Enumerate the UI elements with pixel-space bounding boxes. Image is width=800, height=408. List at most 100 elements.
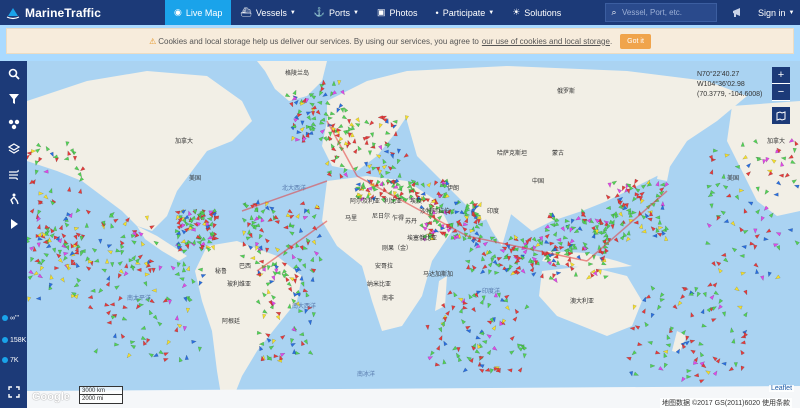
vessel-marker[interactable]: [306, 115, 312, 121]
vessel-marker[interactable]: [34, 169, 39, 176]
vessel-marker[interactable]: [85, 265, 92, 271]
vessel-marker[interactable]: [662, 349, 669, 354]
vessel-marker[interactable]: [471, 306, 477, 313]
vessel-marker[interactable]: [741, 244, 747, 250]
vessel-marker[interactable]: [465, 325, 472, 331]
vessel-marker[interactable]: [163, 351, 170, 357]
vessel-marker[interactable]: [755, 268, 760, 275]
map-attribution[interactable]: 地图数据 ©2017 GS(2011)6020 使用条款: [660, 398, 792, 408]
vessel-marker[interactable]: [43, 169, 49, 174]
vessel-marker[interactable]: [93, 348, 99, 354]
vessel-marker[interactable]: [731, 338, 736, 344]
sidebar-fleet-button[interactable]: [0, 111, 27, 136]
vessel-marker[interactable]: [60, 232, 67, 239]
vessel-marker[interactable]: [504, 294, 510, 300]
vessel-marker[interactable]: [774, 274, 781, 281]
vessel-marker[interactable]: [479, 269, 486, 276]
vessel-marker[interactable]: [182, 326, 187, 332]
vessel-marker[interactable]: [655, 180, 661, 187]
vessel-marker[interactable]: [290, 253, 296, 260]
vessel-marker[interactable]: [723, 257, 729, 264]
vessel-marker[interactable]: [625, 236, 631, 243]
vessel-marker[interactable]: [279, 352, 286, 358]
vessel-marker[interactable]: [101, 267, 107, 273]
vessel-marker[interactable]: [302, 215, 309, 220]
vessel-marker[interactable]: [533, 252, 539, 257]
vessel-marker[interactable]: [694, 286, 699, 293]
vessel-marker[interactable]: [724, 153, 731, 158]
vessel-marker[interactable]: [650, 225, 656, 232]
vessel-marker[interactable]: [650, 363, 656, 368]
vessel-marker[interactable]: [163, 357, 169, 363]
vessel-marker[interactable]: [712, 370, 719, 376]
vessel-marker[interactable]: [492, 345, 498, 352]
vessel-marker[interactable]: [182, 248, 188, 254]
vessel-marker[interactable]: [457, 296, 464, 302]
vessel-marker[interactable]: [739, 188, 745, 193]
vessel-marker[interactable]: [371, 166, 377, 171]
vessel-marker[interactable]: [544, 227, 551, 232]
vessel-marker[interactable]: [148, 352, 154, 358]
vessel-marker[interactable]: [647, 340, 653, 345]
vessel-marker[interactable]: [465, 328, 472, 334]
vessel-marker[interactable]: [475, 335, 482, 341]
vessel-marker[interactable]: [126, 352, 132, 359]
vessel-marker[interactable]: [676, 300, 683, 307]
vessel-marker[interactable]: [689, 339, 696, 344]
vessel-marker[interactable]: [143, 281, 148, 287]
vessel-marker[interactable]: [631, 210, 637, 215]
vessel-marker[interactable]: [137, 253, 144, 260]
vessel-marker[interactable]: [288, 230, 295, 236]
vessel-marker[interactable]: [582, 241, 588, 247]
vessel-marker[interactable]: [151, 288, 157, 293]
vessel-marker[interactable]: [187, 210, 193, 216]
vessel-marker[interactable]: [456, 347, 461, 353]
vessel-marker[interactable]: [433, 180, 439, 187]
vessel-marker[interactable]: [734, 286, 741, 293]
vessel-marker[interactable]: [633, 371, 640, 377]
vessel-marker[interactable]: [78, 188, 83, 194]
zoom-in-button[interactable]: +: [772, 67, 790, 84]
vessel-marker[interactable]: [264, 237, 270, 244]
vessel-marker[interactable]: [709, 294, 716, 300]
vessel-marker[interactable]: [568, 227, 574, 233]
vessel-marker[interactable]: [721, 361, 727, 366]
vessel-marker[interactable]: [299, 126, 306, 132]
vessel-marker[interactable]: [105, 281, 111, 287]
vessel-marker[interactable]: [257, 233, 264, 240]
vessel-marker[interactable]: [665, 334, 671, 340]
vessel-marker[interactable]: [557, 241, 563, 246]
vessel-marker[interactable]: [310, 256, 315, 263]
vessel-marker[interactable]: [655, 350, 661, 356]
vessel-marker[interactable]: [299, 201, 306, 206]
vessel-marker[interactable]: [680, 376, 686, 383]
vessel-marker[interactable]: [123, 271, 129, 277]
vessel-marker[interactable]: [672, 304, 679, 311]
vessel-marker[interactable]: [760, 275, 765, 281]
vessel-marker[interactable]: [403, 153, 409, 159]
vessel-marker[interactable]: [794, 239, 800, 246]
map-type-button[interactable]: [772, 107, 790, 124]
live-map[interactable]: 格陵兰岛 俄罗斯 加拿大 加拿大 美国 美国 哈萨克斯坦 蒙古 中国 印度 伊朗…: [27, 61, 800, 408]
vessel-marker[interactable]: [242, 230, 247, 236]
vessel-marker[interactable]: [267, 217, 273, 223]
vessel-marker[interactable]: [184, 354, 189, 360]
vessel-marker[interactable]: [462, 367, 468, 374]
vessel-marker[interactable]: [715, 260, 722, 267]
vessel-marker[interactable]: [651, 233, 658, 238]
vessel-marker[interactable]: [693, 360, 699, 365]
vessel-marker[interactable]: [73, 282, 80, 288]
vessel-marker[interactable]: [331, 80, 336, 86]
vessel-marker[interactable]: [280, 334, 286, 340]
vessel-marker[interactable]: [445, 310, 451, 316]
vessel-marker[interactable]: [62, 255, 68, 262]
vessel-marker[interactable]: [178, 356, 183, 363]
vessel-marker[interactable]: [90, 288, 96, 293]
vessel-marker[interactable]: [131, 254, 138, 261]
vessel-marker[interactable]: [544, 239, 550, 245]
vessel-marker[interactable]: [156, 320, 163, 327]
vessel-marker[interactable]: [36, 242, 41, 248]
sidebar-route-button[interactable]: [0, 186, 27, 211]
vessel-marker[interactable]: [693, 356, 699, 363]
vessel-marker[interactable]: [165, 339, 172, 346]
